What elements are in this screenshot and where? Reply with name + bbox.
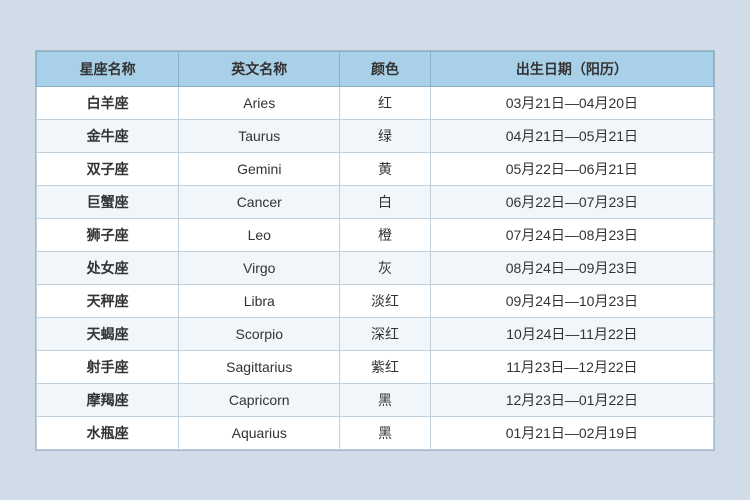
- cell-dates: 12月23日—01月22日: [430, 383, 713, 416]
- cell-chinese-name: 天秤座: [37, 284, 179, 317]
- cell-dates: 01月21日—02月19日: [430, 416, 713, 449]
- cell-chinese-name: 摩羯座: [37, 383, 179, 416]
- cell-color: 黄: [340, 152, 431, 185]
- table-row: 狮子座Leo橙07月24日—08月23日: [37, 218, 714, 251]
- cell-dates: 03月21日—04月20日: [430, 86, 713, 119]
- cell-chinese-name: 水瓶座: [37, 416, 179, 449]
- table-row: 金牛座Taurus绿04月21日—05月21日: [37, 119, 714, 152]
- cell-color: 灰: [340, 251, 431, 284]
- cell-english-name: Cancer: [179, 185, 340, 218]
- cell-chinese-name: 双子座: [37, 152, 179, 185]
- cell-color: 黑: [340, 383, 431, 416]
- cell-chinese-name: 天蝎座: [37, 317, 179, 350]
- cell-english-name: Capricorn: [179, 383, 340, 416]
- table-row: 双子座Gemini黄05月22日—06月21日: [37, 152, 714, 185]
- cell-english-name: Libra: [179, 284, 340, 317]
- cell-chinese-name: 巨蟹座: [37, 185, 179, 218]
- table-body: 白羊座Aries红03月21日—04月20日金牛座Taurus绿04月21日—0…: [37, 86, 714, 449]
- cell-dates: 08月24日—09月23日: [430, 251, 713, 284]
- cell-english-name: Taurus: [179, 119, 340, 152]
- cell-dates: 04月21日—05月21日: [430, 119, 713, 152]
- cell-chinese-name: 白羊座: [37, 86, 179, 119]
- cell-chinese-name: 射手座: [37, 350, 179, 383]
- table-row: 天秤座Libra淡红09月24日—10月23日: [37, 284, 714, 317]
- header-chinese-name: 星座名称: [37, 51, 179, 86]
- cell-dates: 06月22日—07月23日: [430, 185, 713, 218]
- table-row: 射手座Sagittarius紫红11月23日—12月22日: [37, 350, 714, 383]
- header-birth-date: 出生日期（阳历）: [430, 51, 713, 86]
- cell-color: 深红: [340, 317, 431, 350]
- cell-color: 橙: [340, 218, 431, 251]
- cell-color: 红: [340, 86, 431, 119]
- cell-english-name: Aquarius: [179, 416, 340, 449]
- header-english-name: 英文名称: [179, 51, 340, 86]
- table-row: 水瓶座Aquarius黑01月21日—02月19日: [37, 416, 714, 449]
- cell-english-name: Virgo: [179, 251, 340, 284]
- header-color: 颜色: [340, 51, 431, 86]
- cell-color: 黑: [340, 416, 431, 449]
- cell-chinese-name: 金牛座: [37, 119, 179, 152]
- cell-dates: 05月22日—06月21日: [430, 152, 713, 185]
- zodiac-table-container: 星座名称 英文名称 颜色 出生日期（阳历） 白羊座Aries红03月21日—04…: [35, 50, 715, 451]
- cell-color: 淡红: [340, 284, 431, 317]
- cell-english-name: Scorpio: [179, 317, 340, 350]
- cell-dates: 09月24日—10月23日: [430, 284, 713, 317]
- table-row: 天蝎座Scorpio深红10月24日—11月22日: [37, 317, 714, 350]
- cell-dates: 07月24日—08月23日: [430, 218, 713, 251]
- cell-english-name: Gemini: [179, 152, 340, 185]
- table-row: 巨蟹座Cancer白06月22日—07月23日: [37, 185, 714, 218]
- cell-english-name: Aries: [179, 86, 340, 119]
- zodiac-table: 星座名称 英文名称 颜色 出生日期（阳历） 白羊座Aries红03月21日—04…: [36, 51, 714, 450]
- cell-dates: 11月23日—12月22日: [430, 350, 713, 383]
- table-row: 摩羯座Capricorn黑12月23日—01月22日: [37, 383, 714, 416]
- table-header-row: 星座名称 英文名称 颜色 出生日期（阳历）: [37, 51, 714, 86]
- table-row: 处女座Virgo灰08月24日—09月23日: [37, 251, 714, 284]
- cell-english-name: Leo: [179, 218, 340, 251]
- cell-chinese-name: 狮子座: [37, 218, 179, 251]
- cell-dates: 10月24日—11月22日: [430, 317, 713, 350]
- cell-chinese-name: 处女座: [37, 251, 179, 284]
- cell-color: 紫红: [340, 350, 431, 383]
- cell-color: 绿: [340, 119, 431, 152]
- cell-color: 白: [340, 185, 431, 218]
- cell-english-name: Sagittarius: [179, 350, 340, 383]
- table-row: 白羊座Aries红03月21日—04月20日: [37, 86, 714, 119]
